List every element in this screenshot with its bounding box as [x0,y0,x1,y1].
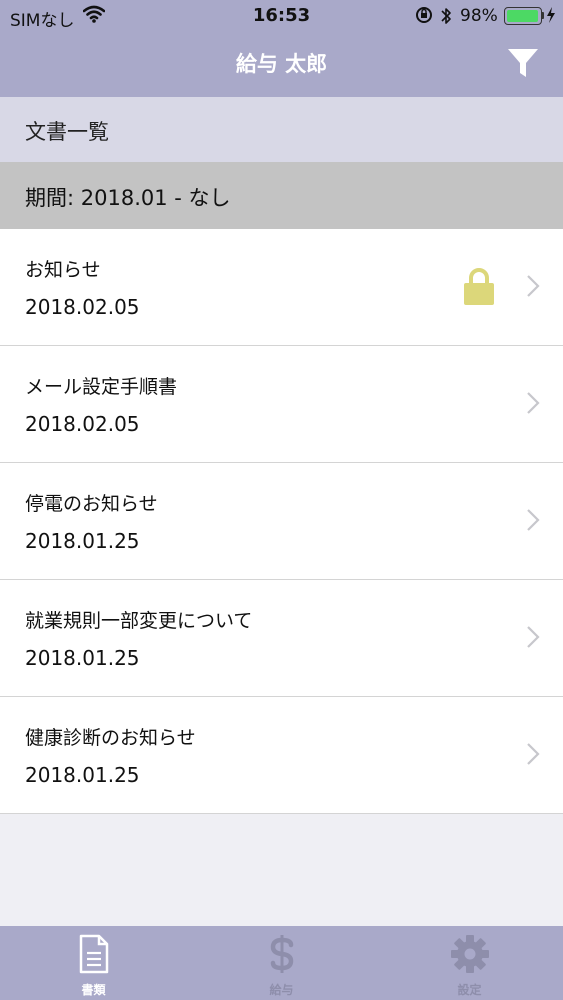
document-title: 健康診断のお知らせ [25,727,196,749]
document-title: 停電のお知らせ [25,493,158,515]
document-item[interactable]: 健康診断のお知らせ 2018.01.25 [0,697,563,814]
chevron-right-icon [526,624,540,650]
period-bar: 期間: 2018.01 - なし [0,162,563,229]
charging-icon [546,6,556,29]
chevron-right-icon [526,741,540,767]
chevron-right-icon [526,507,540,533]
document-item[interactable]: 停電のお知らせ 2018.01.25 [0,463,563,580]
header: SIMなし 16:53 98% 給与 太郎 [0,0,563,97]
battery-icon [504,7,542,25]
tab-salary[interactable]: 給与 [188,926,375,1000]
battery-cap [542,12,544,19]
bluetooth-icon [440,6,452,31]
tab-documents[interactable]: 書類 [0,926,187,1000]
chevron-right-icon [526,390,540,416]
document-title: 就業規則一部変更について [25,610,253,632]
status-bar: SIMなし 16:53 98% [0,0,563,32]
filter-icon [508,49,538,77]
document-list: お知らせ 2018.02.05 メール設定手順書 2018.02.05 停電のお… [0,229,563,814]
document-title: メール設定手順書 [25,376,178,398]
battery-fill [507,10,539,22]
tab-bar: 書類 給与 設定 [0,926,563,1000]
document-date: 2018.01.25 [25,529,140,553]
document-date: 2018.01.25 [25,763,140,787]
document-title: お知らせ [25,259,101,281]
orientation-lock-icon [415,5,433,30]
nav-title: 給与 太郎 [235,52,328,76]
period-label: 期間: 2018.01 - なし [25,186,231,210]
document-date: 2018.01.25 [25,646,140,670]
document-date: 2018.02.05 [25,295,140,319]
battery-percent: 98% [460,6,498,26]
tab-label: 書類 [81,983,106,997]
lock-icon [463,267,495,307]
section-header: 文書一覧 [0,97,563,162]
gear-icon [376,934,563,974]
document-item[interactable]: メール設定手順書 2018.02.05 [0,346,563,463]
filter-button[interactable] [505,46,541,80]
document-item[interactable]: 就業規則一部変更について 2018.01.25 [0,580,563,697]
document-date: 2018.02.05 [25,412,140,436]
section-title: 文書一覧 [25,120,109,144]
tab-label: 設定 [457,983,482,997]
document-icon [0,934,187,974]
document-item[interactable]: お知らせ 2018.02.05 [0,229,563,346]
tab-settings[interactable]: 設定 [376,926,563,1000]
dollar-icon [188,934,375,974]
chevron-right-icon [526,273,540,299]
tab-label: 給与 [269,983,294,997]
